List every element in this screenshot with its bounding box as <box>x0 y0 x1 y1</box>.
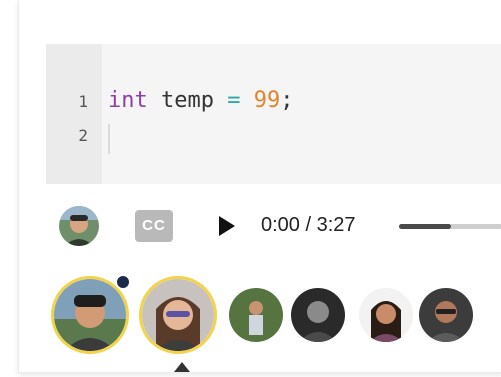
code-number: 99 <box>253 88 281 113</box>
participant-avatar[interactable] <box>139 276 217 354</box>
playback-time: 0:00 / 3:27 <box>261 214 356 236</box>
play-button[interactable] <box>219 216 235 236</box>
code-editor[interactable]: 1 2 int temp = 99; <box>46 44 501 184</box>
presenter-avatar-image <box>59 206 99 246</box>
code-identifier: temp <box>161 88 214 113</box>
online-status-indicator <box>115 274 131 290</box>
participant-avatar-image <box>229 288 283 342</box>
code-keyword: int <box>108 88 148 113</box>
line-number-gutter: 1 2 <box>46 44 102 184</box>
seek-bar-buffered <box>399 224 451 229</box>
participant-avatar[interactable] <box>229 288 283 342</box>
seek-bar[interactable] <box>399 224 501 229</box>
code-operator: = <box>227 88 241 113</box>
participant-list <box>19 270 501 372</box>
line-number: 2 <box>78 126 88 145</box>
participant-avatar[interactable] <box>291 288 345 342</box>
participant-avatar-image <box>419 288 473 342</box>
closed-captions-button[interactable]: CC <box>135 210 173 242</box>
participant-avatar-image <box>54 279 126 351</box>
line-number: 1 <box>78 92 88 111</box>
text-cursor <box>108 124 110 154</box>
participant-avatar[interactable] <box>419 288 473 342</box>
participant-avatar-image <box>359 288 413 342</box>
participant-avatar[interactable] <box>359 288 413 342</box>
code-line: int temp = 99; <box>108 88 293 113</box>
participant-avatar-image <box>142 279 214 351</box>
playback-controls: CC 0:00 / 3:27 <box>19 198 501 254</box>
presenter-avatar[interactable] <box>59 206 99 246</box>
code-playback-card: 1 2 int temp = 99; CC 0:00 / 3:27 <box>18 0 501 373</box>
code-punctuation: ; <box>280 88 294 113</box>
participant-avatar-image <box>291 288 345 342</box>
active-participant-pointer <box>174 362 190 372</box>
